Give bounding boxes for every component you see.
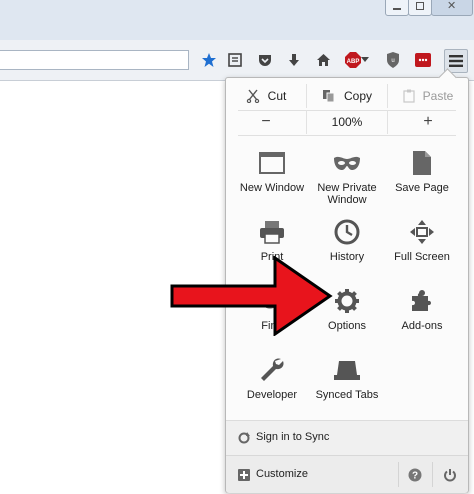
zoom-out-button[interactable]: −: [226, 110, 307, 134]
wrench-icon: [256, 354, 288, 386]
full-screen-label: Full Screen: [394, 251, 450, 263]
close-button[interactable]: [431, 0, 473, 16]
home-icon[interactable]: [314, 51, 332, 69]
divider: [398, 462, 399, 487]
new-window-button[interactable]: New Window: [232, 147, 312, 215]
sync-icon: [238, 431, 250, 449]
bookmark-star-icon[interactable]: [200, 51, 218, 69]
new-private-window-label: New Private Window: [317, 182, 377, 206]
power-icon: [444, 469, 456, 482]
ublock-icon[interactable]: u: [384, 51, 402, 69]
divider: [238, 135, 456, 136]
synced-tabs-label: Synced Tabs: [315, 389, 379, 401]
history-clock-icon: [331, 216, 363, 248]
scissors-icon: [246, 89, 260, 103]
help-button[interactable]: ?: [403, 464, 427, 486]
paste-icon: [403, 89, 415, 103]
minimize-button[interactable]: [385, 0, 409, 16]
add-ons-label: Add-ons: [401, 320, 443, 332]
developer-label: Developer: [246, 389, 298, 401]
paste-button[interactable]: Paste: [388, 84, 468, 108]
window-titlebar: [0, 0, 474, 40]
url-bar[interactable]: [0, 50, 189, 70]
developer-button[interactable]: Developer: [232, 354, 312, 422]
sign-in-to-sync-button[interactable]: Sign in to Sync: [226, 420, 468, 455]
new-window-label: New Window: [239, 182, 305, 194]
private-mask-icon: [331, 147, 363, 179]
synced-tabs-button[interactable]: Synced Tabs: [307, 354, 387, 422]
sync-label: Sign in to Sync: [256, 431, 330, 443]
synced-tabs-icon: [331, 354, 363, 386]
cut-label: Cut: [267, 89, 287, 103]
copy-icon: [322, 89, 336, 103]
red-arrow-annotation: [170, 255, 335, 341]
paste-label: Paste: [422, 89, 454, 103]
copy-label: Copy: [343, 89, 372, 103]
new-private-window-button[interactable]: New Private Window: [307, 147, 387, 215]
zoom-in-button[interactable]: +: [388, 110, 468, 134]
new-window-icon: [256, 147, 288, 179]
printer-icon: [256, 216, 288, 248]
maximize-button[interactable]: [408, 0, 432, 16]
customize-label: Customize: [256, 468, 308, 480]
divider: [432, 462, 433, 487]
nav-toolbar: ABP u: [0, 40, 474, 81]
download-icon[interactable]: [285, 51, 303, 69]
hamburger-menu-icon: [449, 55, 463, 67]
svg-text:?: ?: [412, 471, 418, 482]
menu-footer: Customize ?: [226, 455, 468, 493]
pocket-icon[interactable]: [256, 51, 274, 69]
svg-text:u: u: [391, 58, 394, 64]
save-page-icon: [406, 147, 438, 179]
full-screen-button[interactable]: Full Screen: [382, 216, 462, 284]
customize-button[interactable]: Customize: [226, 456, 396, 493]
adblock-dropdown-chevron-icon[interactable]: [360, 51, 370, 69]
save-page-label: Save Page: [395, 182, 449, 194]
gear-icon: [331, 285, 363, 317]
help-icon: ?: [408, 468, 422, 482]
save-page-button[interactable]: Save Page: [382, 147, 462, 215]
zoom-controls: − 100% +: [226, 110, 468, 134]
cut-button[interactable]: Cut: [226, 84, 307, 108]
add-ons-button[interactable]: Add-ons: [382, 285, 462, 353]
extension-icon[interactable]: [414, 51, 432, 69]
fullscreen-icon: [406, 216, 438, 248]
reading-list-icon[interactable]: [226, 51, 244, 69]
copy-button[interactable]: Copy: [307, 84, 388, 108]
edit-controls: Cut Copy Paste: [226, 84, 468, 108]
customize-plus-icon: [238, 468, 250, 486]
zoom-reset-button[interactable]: 100%: [307, 110, 388, 134]
svg-text:ABP: ABP: [347, 59, 360, 65]
quit-button[interactable]: [438, 464, 462, 486]
puzzle-icon: [406, 285, 438, 317]
